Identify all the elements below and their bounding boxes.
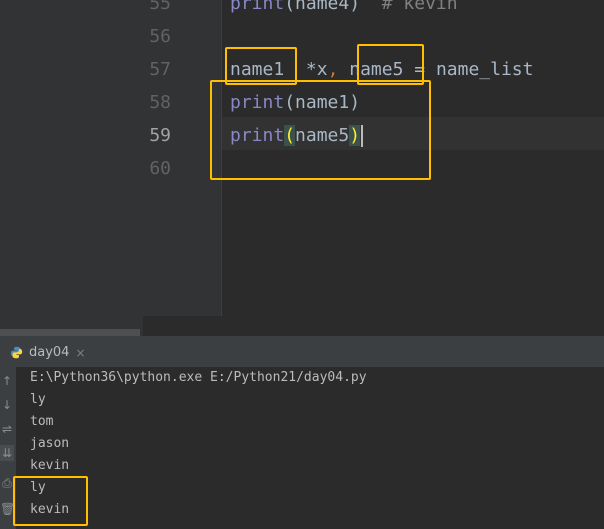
code-line-55[interactable]: print(name4) # kevin [230, 0, 458, 20]
tab-label: day04 [29, 345, 70, 360]
trash-icon[interactable]: 🗑 [0, 501, 15, 517]
console-output-line: tom [30, 414, 54, 429]
line-number-current: 59 [149, 125, 171, 146]
soft-wrap-icon[interactable]: ⇌ [0, 421, 14, 437]
run-console[interactable] [16, 367, 604, 529]
highlight-box-print-lines [210, 80, 431, 180]
line-number: 60 [149, 158, 171, 179]
code-token: , [327, 59, 339, 80]
arrow-up-icon[interactable]: ↑ [0, 373, 14, 389]
console-command: E:\Python36\python.exe E:/Python21/day04… [30, 370, 367, 385]
highlight-box-name5 [357, 44, 424, 85]
print-icon[interactable]: ⎙ [0, 475, 14, 491]
code-token: name4 [295, 0, 350, 14]
scroll-to-end-icon[interactable]: ⇊ [0, 445, 14, 461]
line-number: 57 [149, 59, 171, 80]
highlight-box-output [13, 476, 88, 526]
code-token: ( [284, 0, 296, 14]
console-output-line: jason [30, 436, 70, 451]
editor-scroll-area [143, 316, 604, 337]
close-icon[interactable]: × [75, 346, 85, 360]
code-comment: # kevin [360, 0, 458, 14]
code-token: *x [305, 59, 328, 80]
python-icon [10, 346, 23, 359]
line-number: 56 [149, 26, 171, 47]
tab-day04[interactable]: day04 × [0, 338, 86, 367]
console-output-line: kevin [30, 458, 70, 473]
console-output-line: ly [30, 392, 46, 407]
code-token: print [230, 0, 285, 14]
project-side-panel [0, 0, 143, 336]
arrow-down-icon[interactable]: ↓ [0, 397, 14, 413]
line-number: 55 [149, 0, 171, 14]
line-number: 58 [149, 92, 171, 113]
run-panel-header [0, 338, 604, 367]
code-token: ) [349, 0, 361, 14]
